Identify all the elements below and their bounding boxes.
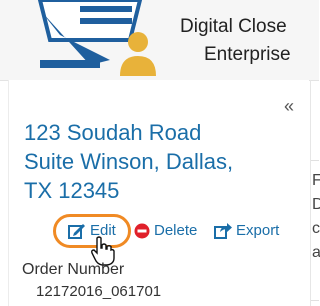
double-chevron-left-icon[interactable]: « — [284, 96, 294, 117]
brand-name: Digital Close — [180, 16, 287, 37]
right-panel-text: F — [312, 172, 320, 189]
brand-edition: Enterprise — [204, 44, 291, 65]
export-label: Export — [236, 222, 280, 239]
order-number-value: 12172016_061701 — [36, 283, 162, 300]
right-panel-rule — [311, 160, 319, 161]
right-panel-text: c — [312, 220, 320, 237]
order-number-label: Order Number — [22, 261, 125, 278]
right-panel-rule-bottom — [311, 300, 319, 301]
panel-divider — [310, 80, 311, 306]
property-address[interactable]: 123 Soudah Road Suite Winson, Dallas, TX… — [24, 118, 294, 205]
logo-icon — [37, 0, 156, 76]
app-header: Digital Close Enterprise — [0, 0, 319, 81]
right-panel-text: D — [312, 196, 320, 213]
delete-button[interactable]: Delete — [134, 222, 197, 239]
right-panel-text: a — [312, 244, 320, 261]
delete-label: Delete — [154, 222, 198, 239]
export-button[interactable]: Export — [214, 222, 279, 239]
edit-icon — [68, 223, 85, 239]
delete-icon — [134, 223, 150, 238]
export-icon — [214, 222, 232, 239]
